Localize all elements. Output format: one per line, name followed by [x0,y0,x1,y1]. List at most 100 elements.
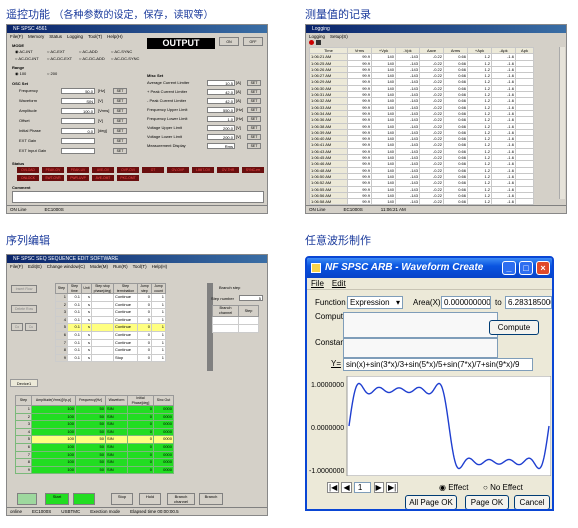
range-200-radio[interactable]: ○ 200 [47,71,57,76]
menu-file[interactable]: File [311,279,324,288]
table-row[interactable]: 5 0.1 s Continue 0 1 [55,323,166,332]
range-100-radio[interactable]: ◉ 100 [15,71,26,76]
table-row[interactable]: 3 100 50 SIN 0 0000 [15,420,174,429]
osc-row-input[interactable]: 0.0 [61,128,95,134]
table-row[interactable]: 6 100 50 SIN 0 0000 [15,442,174,452]
sequence-control-button[interactable]: Start [45,493,69,505]
misc-set-button[interactable]: SET [247,116,261,122]
output-off-button[interactable]: OFF [243,37,263,46]
constant-textarea[interactable] [343,338,498,358]
mode-radio[interactable]: ○ AC-EXT [47,49,65,54]
compute-button[interactable]: Compute [489,320,539,335]
sequence-control-button[interactable] [17,493,37,505]
osc-set-button[interactable]: SET [113,98,127,104]
table-row[interactable]: 1 0.1 s Continue 0 1 [55,293,166,302]
osc-row-input[interactable]: 50.0 [61,88,95,94]
mode-radio[interactable]: ○ AC-DC-EXT [47,56,72,61]
area-from-input[interactable]: 0.000000000 [441,296,491,309]
sequence-side-button[interactable]: Delete Row [11,305,37,313]
misc-row-input[interactable]: 10.5 [207,80,235,86]
sequence-control-button[interactable]: Branch channel [167,493,195,505]
tab-device1[interactable]: Device1 [10,379,38,387]
sequence-menu-item[interactable]: Change window(C) [47,264,85,269]
last-page-icon[interactable]: ▶| [385,482,399,493]
osc-set-button[interactable]: SET [113,148,127,154]
remote-menu-item[interactable]: Help(H) [107,34,123,39]
table-row[interactable]: 9 100 50 SIN 0 0000 [15,465,174,475]
mode-radio[interactable]: ◉ AC-INT [15,49,33,54]
table-row[interactable]: 1 100 50 SIN 0 0000 [15,405,174,414]
sequence-menu-item[interactable]: Mode(M) [90,264,108,269]
table-row[interactable]: 4 100 50 SIN 0 0000 [15,427,174,437]
stop-icon[interactable] [316,40,321,45]
page-input[interactable]: 1 [353,482,372,493]
sequence-control-button[interactable] [73,493,95,505]
osc-row-input[interactable] [61,148,95,154]
sequence-side-button[interactable]: Cu [25,323,37,331]
misc-row-input[interactable]: 42.0 [207,98,235,104]
close-button[interactable]: × [536,261,550,275]
table-row[interactable]: 5 100 50 SIN 0 0000 [15,435,174,444]
sequence-menu-item[interactable]: Edit(E) [28,264,42,269]
misc-row-input[interactable]: 200.0 [207,125,235,131]
osc-set-button[interactable]: SET [113,88,127,94]
page-ok-button[interactable]: Page OK [465,495,509,509]
table-row[interactable]: 9 0.1 s Stop 0 1 [55,353,166,363]
area-to-input[interactable]: 6.283185000 [505,296,552,309]
table-row[interactable]: 4 0.1 s Continue 0 1 [55,315,166,325]
step-number-input[interactable]: 5 [239,295,263,301]
table-row[interactable]: 2 100 50 SIN 0 0000 [15,412,174,422]
comment-input[interactable] [12,191,264,203]
misc-set-button[interactable]: SET [247,134,261,140]
first-page-icon[interactable]: |◀ [327,482,340,493]
menu-logging[interactable]: Logging [309,34,325,39]
osc-row-input[interactable] [61,138,95,144]
osc-row-input[interactable] [61,118,95,124]
osc-set-button[interactable]: SET [113,128,127,134]
table-row[interactable]: 8 0.1 s Continue 0 1 [55,346,166,355]
misc-row-input[interactable]: Rms [207,143,235,149]
compute-textarea[interactable] [343,312,498,338]
menu-setup[interactable]: Setup(S) [330,34,348,39]
no-effect-radio[interactable]: ○ No Effect [483,483,523,493]
sequence-menu-item[interactable]: File(F) [10,264,23,269]
effect-radio[interactable]: ◉ Effect [439,483,469,493]
remote-menu-item[interactable]: Tool(T) [88,34,102,39]
osc-row-input[interactable]: SIN [61,98,95,104]
misc-set-button[interactable]: SET [247,80,261,86]
misc-row-input[interactable]: 42.0 [207,89,235,95]
misc-row-input[interactable]: 550.0 [207,107,235,113]
sequence-control-button[interactable]: Stop [111,493,133,505]
osc-set-button[interactable]: SET [113,138,127,144]
cancel-button[interactable]: Cancel [514,495,550,509]
expression-input[interactable]: sin(x)+sin(3*x)/3+sin(5*x)/5+sin(7*x)/7+… [343,358,533,371]
sequence-menu-item[interactable]: Help(H) [152,264,168,269]
sequence-control-button[interactable]: Branch [199,493,223,505]
sequence-control-button[interactable]: Hold [139,493,161,505]
remote-menu-item[interactable]: Logging [67,34,83,39]
misc-row-input[interactable]: 1.0 [207,116,235,122]
mode-radio[interactable]: ○ AC-DC-ADD [79,56,105,61]
misc-set-button[interactable]: SET [247,89,261,95]
mode-radio[interactable]: ○ AC-DC-INT [15,56,39,61]
table-row[interactable]: 7 0.1 s Continue 0 1 [55,338,166,348]
sequence-side-button[interactable]: Insert Row [11,285,37,293]
table-row[interactable]: 2 0.1 s Continue 0 1 [55,300,166,310]
prev-page-icon[interactable]: ◀ [341,482,352,493]
misc-set-button[interactable]: SET [247,143,261,149]
remote-menu-item[interactable]: File(F) [10,34,23,39]
next-page-icon[interactable]: ▶ [373,482,384,493]
table-row[interactable]: 7 100 50 SIN 0 0000 [15,450,174,460]
osc-set-button[interactable]: SET [113,108,127,114]
osc-set-button[interactable]: SET [113,118,127,124]
function-select[interactable]: Expression ▾ [347,296,403,309]
all-page-ok-button[interactable]: All Page OK [405,495,457,509]
osc-row-input[interactable]: 100.0 [61,108,95,114]
misc-set-button[interactable]: SET [247,107,261,113]
table-row[interactable]: 8 100 50 SIN 0 0000 [15,458,174,467]
remote-menu-item[interactable]: Memory [28,34,44,39]
table-row[interactable]: 6 0.1 s Continue 0 1 [55,330,166,340]
sequence-side-button[interactable]: Co [11,323,23,331]
record-icon[interactable] [309,40,314,45]
logging-scrollbar[interactable] [559,47,565,199]
